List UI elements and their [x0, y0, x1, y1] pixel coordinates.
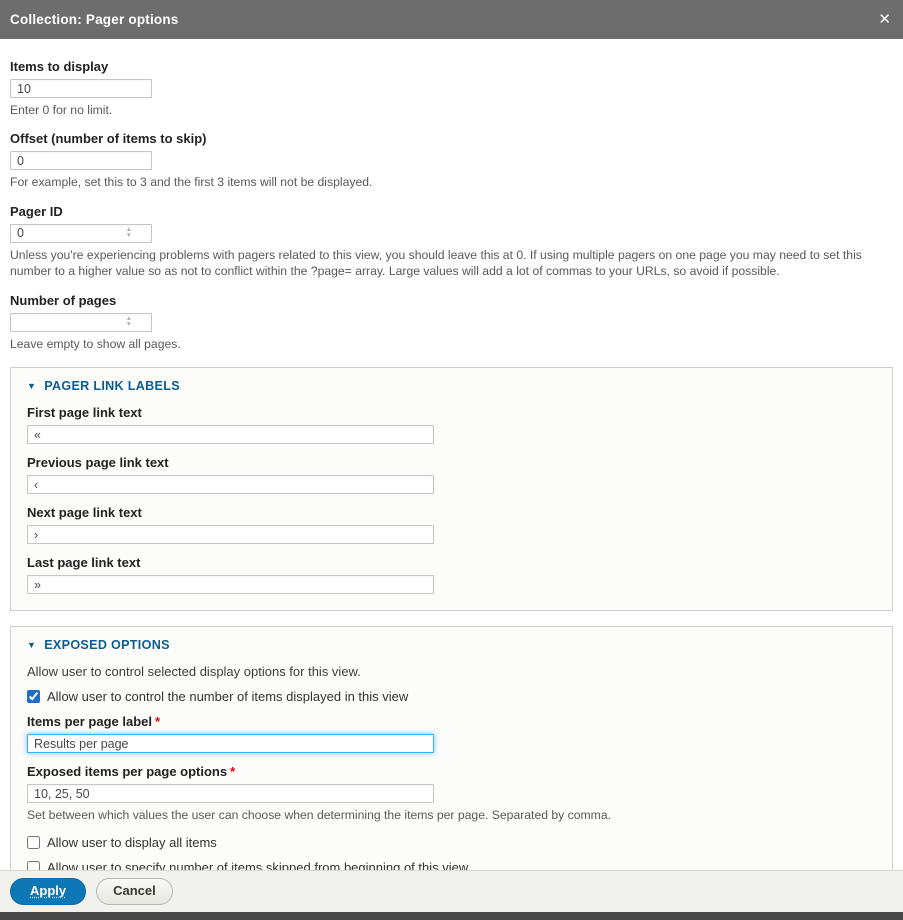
- close-icon[interactable]: ✕: [878, 12, 891, 27]
- items-per-page-label-input[interactable]: [27, 734, 434, 753]
- exposed-items-options-label-text: Exposed items per page options: [27, 764, 227, 779]
- display-all-items-label: Allow user to display all items: [47, 835, 217, 850]
- exposed-items-options-label: Exposed items per page options*: [27, 764, 876, 779]
- last-page-link-text-input[interactable]: [27, 575, 434, 594]
- pager-link-labels-legend[interactable]: ▼ Pager link labels: [27, 379, 876, 393]
- pager-link-labels-legend-text: Pager link labels: [44, 379, 180, 393]
- last-page-link-text-label: Last page link text: [27, 555, 876, 570]
- required-marker: *: [230, 764, 235, 779]
- exposed-options-legend-text: Exposed options: [44, 638, 170, 652]
- number-of-pages-label: Number of pages: [10, 293, 893, 308]
- pager-id-description: Unless you're experiencing problems with…: [10, 247, 893, 280]
- form-item-previous-page-link-text: Previous page link text: [27, 455, 876, 494]
- next-page-link-text-input[interactable]: [27, 525, 434, 544]
- exposed-items-options-input[interactable]: [27, 784, 434, 803]
- fieldset-pager-link-labels: ▼ Pager link labels First page link text…: [10, 367, 893, 611]
- cancel-button[interactable]: Cancel: [96, 878, 173, 905]
- form-item-number-of-pages: Number of pages ▲ ▼ Leave empty to show …: [10, 293, 893, 352]
- dialog-header: Collection: Pager options ✕: [0, 0, 903, 39]
- display-all-items-checkbox[interactable]: [27, 836, 40, 849]
- dialog-body: Items to display Enter 0 for no limit. O…: [0, 39, 903, 870]
- previous-page-link-text-input[interactable]: [27, 475, 434, 494]
- checkbox-item-control-number-of-items: Allow user to control the number of item…: [27, 689, 876, 704]
- previous-page-link-text-label: Previous page link text: [27, 455, 876, 470]
- offset-description: For example, set this to 3 and the first…: [10, 174, 893, 190]
- form-item-offset: Offset (number of items to skip) For exa…: [10, 131, 893, 190]
- chevron-down-icon: ▼: [27, 640, 36, 650]
- offset-label: Offset (number of items to skip): [10, 131, 893, 146]
- pager-options-dialog: Collection: Pager options ✕ Items to dis…: [0, 0, 903, 920]
- exposed-options-intro: Allow user to control selected display o…: [27, 664, 876, 679]
- first-page-link-text-input[interactable]: [27, 425, 434, 444]
- skip-items-label: Allow user to specify number of items sk…: [47, 860, 471, 870]
- items-to-display-input[interactable]: [10, 79, 152, 98]
- apply-button[interactable]: Apply: [10, 878, 86, 905]
- form-item-items-to-display: Items to display Enter 0 for no limit.: [10, 59, 893, 118]
- checkbox-item-display-all-items: Allow user to display all items: [27, 835, 876, 850]
- items-per-page-label-label: Items per page label*: [27, 714, 876, 729]
- control-number-of-items-checkbox[interactable]: [27, 690, 40, 703]
- form-item-pager-id: Pager ID ▲ ▼ Unless you're experiencing …: [10, 204, 893, 280]
- form-item-exposed-items-per-page-options: Exposed items per page options* Set betw…: [27, 764, 876, 823]
- number-spinner-icon[interactable]: ▲ ▼: [126, 227, 132, 239]
- items-to-display-description: Enter 0 for no limit.: [10, 102, 893, 118]
- number-of-pages-description: Leave empty to show all pages.: [10, 336, 893, 352]
- form-item-next-page-link-text: Next page link text: [27, 505, 876, 544]
- control-number-of-items-label: Allow user to control the number of item…: [47, 689, 408, 704]
- next-page-link-text-label: Next page link text: [27, 505, 876, 520]
- page-behind-bar: [0, 912, 903, 920]
- chevron-down-icon: ▼: [27, 381, 36, 391]
- exposed-options-legend[interactable]: ▼ Exposed options: [27, 638, 876, 652]
- first-page-link-text-label: First page link text: [27, 405, 876, 420]
- spinner-down-icon[interactable]: ▼: [126, 322, 132, 328]
- dialog-footer: Apply Cancel: [0, 870, 903, 912]
- number-spinner-icon[interactable]: ▲ ▼: [126, 316, 132, 328]
- checkbox-item-skip-items: Allow user to specify number of items sk…: [27, 860, 876, 870]
- form-item-items-per-page-label: Items per page label*: [27, 714, 876, 753]
- skip-items-checkbox[interactable]: [27, 861, 40, 870]
- items-per-page-label-text: Items per page label: [27, 714, 152, 729]
- items-to-display-label: Items to display: [10, 59, 893, 74]
- dialog-title: Collection: Pager options: [10, 12, 179, 27]
- offset-input[interactable]: [10, 151, 152, 170]
- form-item-last-page-link-text: Last page link text: [27, 555, 876, 594]
- spinner-down-icon[interactable]: ▼: [126, 233, 132, 239]
- form-item-first-page-link-text: First page link text: [27, 405, 876, 444]
- required-marker: *: [155, 714, 160, 729]
- fieldset-exposed-options: ▼ Exposed options Allow user to control …: [10, 626, 893, 870]
- exposed-items-options-description: Set between which values the user can ch…: [27, 807, 876, 823]
- pager-id-label: Pager ID: [10, 204, 893, 219]
